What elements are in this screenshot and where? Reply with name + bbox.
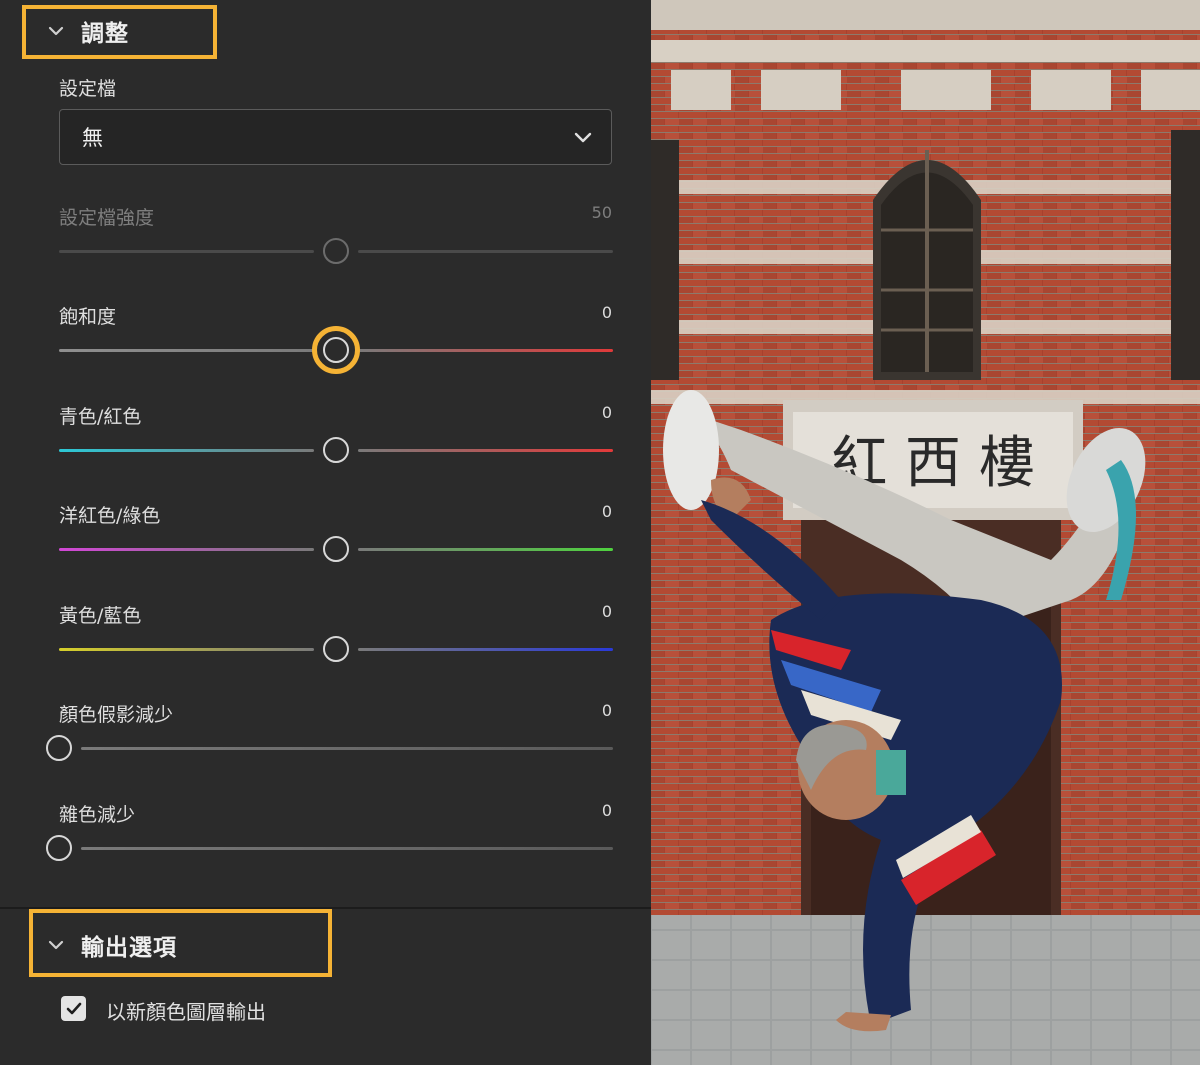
preview-photo: 紅 西 樓: [651, 0, 1200, 1065]
cyan-red-label: 青色/紅色: [59, 406, 142, 428]
saturation-label: 飽和度: [59, 306, 117, 328]
chevron-down-icon: [47, 936, 65, 954]
saturation-track-left[interactable]: [59, 349, 314, 352]
color-artifact-reduction-thumb[interactable]: [46, 735, 72, 761]
output-section-header[interactable]: 輸出選項: [47, 928, 177, 962]
noise-reduction-label: 雜色減少: [59, 804, 136, 826]
yellow-blue-track-left[interactable]: [59, 648, 314, 651]
magenta-green-track-right[interactable]: [358, 548, 613, 551]
color-artifact-reduction-value: 0: [601, 701, 612, 720]
color-artifact-reduction-label: 顏色假影減少: [59, 704, 174, 726]
profile-strength-label: 設定檔強度: [59, 207, 155, 229]
output-section-title: 輸出選項: [81, 935, 177, 961]
noise-reduction-track-right[interactable]: [81, 847, 613, 850]
yellow-blue-value: 0: [601, 602, 612, 621]
profile-dropdown-value: 無: [82, 126, 103, 150]
magenta-green-track-left[interactable]: [59, 548, 314, 551]
saturation-thumb[interactable]: [323, 337, 349, 363]
cyan-red-track-left[interactable]: [59, 449, 314, 452]
magenta-green-thumb[interactable]: [323, 536, 349, 562]
cyan-red-value: 0: [601, 403, 612, 422]
profile-strength-track-right[interactable]: [358, 250, 613, 253]
chevron-down-icon: [573, 128, 592, 146]
new-color-layer-label: 以新顏色圖層輸出: [106, 1000, 266, 1024]
noise-reduction-value: 0: [601, 801, 612, 820]
checkmark-icon: [66, 1002, 81, 1014]
app-window: 調整 設定檔 無 設定檔強度 50 飽和度 0 青色/紅色 0 洋紅色/綠色 0 黃色/藍色…: [0, 0, 1200, 1065]
saturation-value: 0: [601, 303, 612, 322]
chevron-down-icon: [47, 22, 65, 40]
profile-dropdown[interactable]: 無: [59, 109, 612, 165]
adjust-section-header[interactable]: 調整: [47, 14, 129, 48]
profile-strength-track-left[interactable]: [59, 250, 314, 253]
color-artifact-reduction-track-right[interactable]: [81, 747, 613, 750]
new-color-layer-checkbox[interactable]: [61, 996, 86, 1021]
yellow-blue-track-right[interactable]: [358, 648, 613, 651]
adjust-section-title: 調整: [81, 21, 129, 47]
photo-image: 紅 西 樓: [651, 0, 1200, 1065]
profile-strength-thumb: [323, 238, 349, 264]
saturation-track-right[interactable]: [358, 349, 613, 352]
profile-label: 設定檔: [59, 78, 117, 100]
cyan-red-thumb[interactable]: [323, 437, 349, 463]
section-divider: [0, 907, 651, 909]
magenta-green-label: 洋紅色/綠色: [59, 505, 161, 527]
cyan-red-track-right[interactable]: [358, 449, 613, 452]
yellow-blue-thumb[interactable]: [323, 636, 349, 662]
adjustments-panel: 調整 設定檔 無 設定檔強度 50 飽和度 0 青色/紅色 0 洋紅色/綠色 0 黃色/藍色…: [0, 0, 651, 1065]
profile-strength-value: 50: [591, 203, 612, 222]
noise-reduction-thumb[interactable]: [46, 835, 72, 861]
magenta-green-value: 0: [601, 502, 612, 521]
yellow-blue-label: 黃色/藍色: [59, 605, 142, 627]
